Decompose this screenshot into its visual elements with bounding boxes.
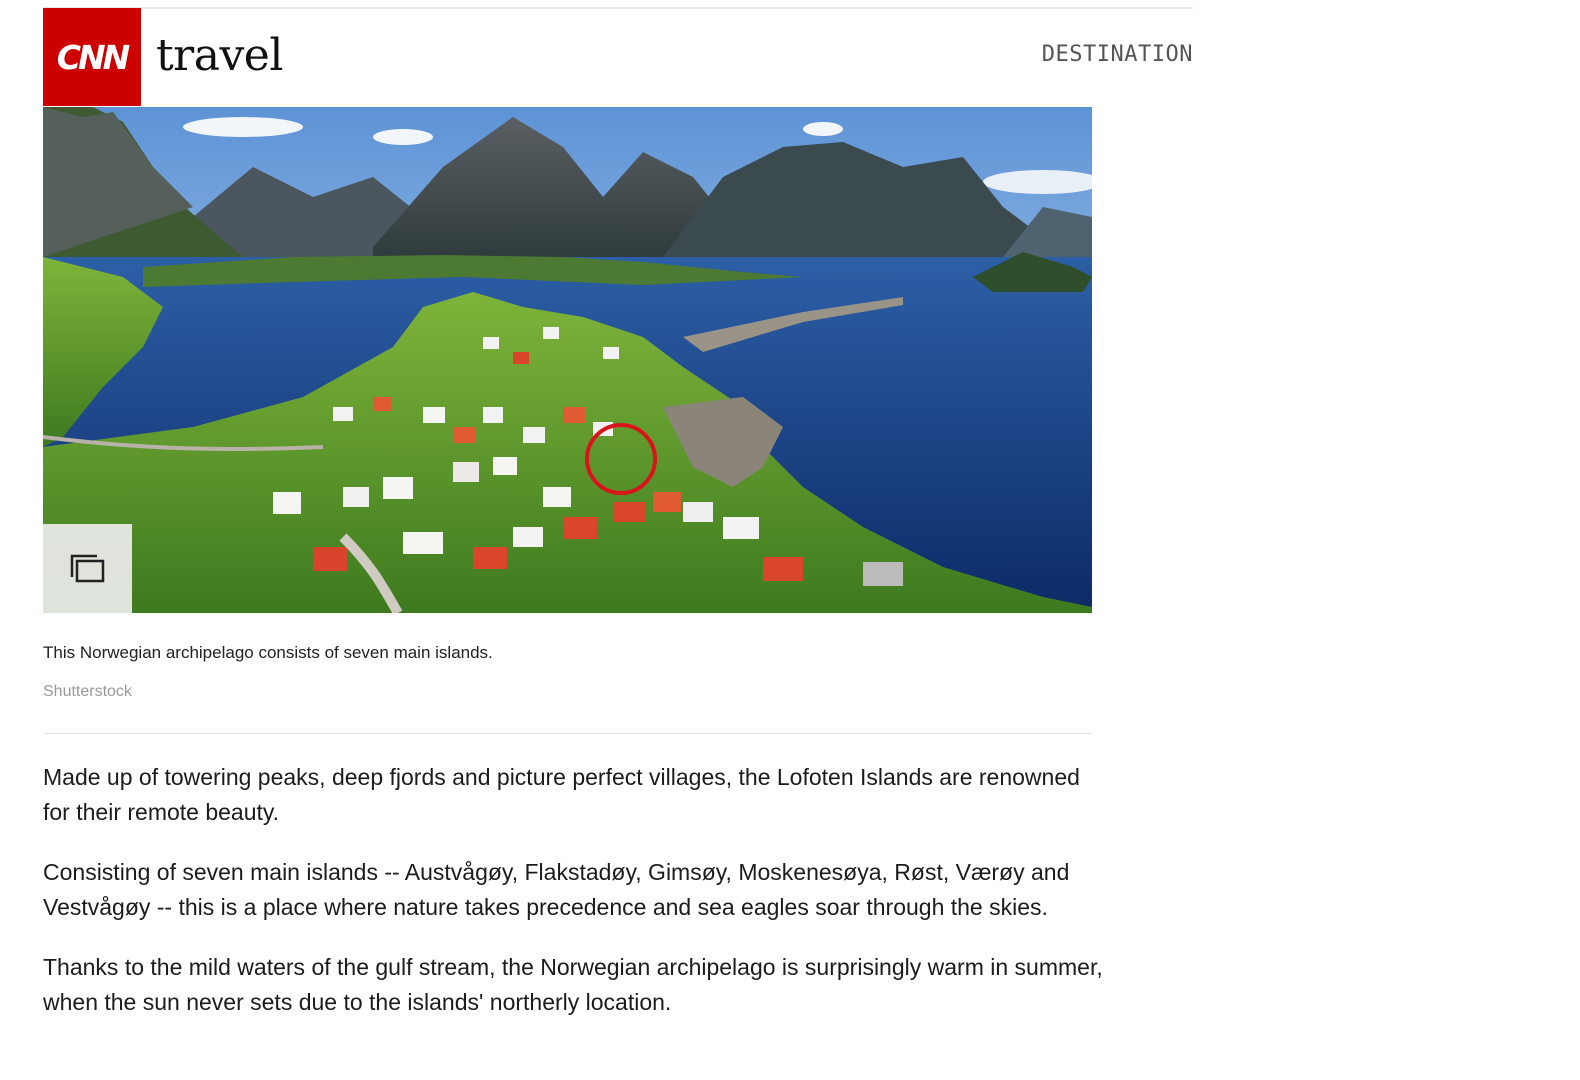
cnn-logo[interactable]: CNN	[43, 8, 141, 106]
article-body: Made up of towering peaks, deep fjords a…	[43, 760, 1103, 1045]
cnn-logo-text: CNN	[56, 37, 130, 77]
article-paragraph: Made up of towering peaks, deep fjords a…	[43, 764, 1080, 825]
image-caption: This Norwegian archipelago consists of s…	[43, 643, 493, 662]
gallery-icon	[70, 554, 104, 582]
article-paragraph: Consisting of seven main islands -- Aust…	[43, 859, 1070, 920]
site-header: CNN travel DESTINATION	[43, 8, 1193, 106]
hero-image[interactable]	[43, 107, 1092, 613]
image-credit: Shutterstock	[43, 683, 132, 700]
gallery-button[interactable]	[43, 524, 132, 613]
section-title[interactable]: travel	[156, 30, 283, 81]
article-paragraph: Thanks to the mild waters of the gulf st…	[43, 954, 1103, 1015]
caption-divider	[43, 733, 1092, 734]
destination-nav-link[interactable]: DESTINATION	[1042, 42, 1193, 67]
fjord-village-photo	[43, 107, 1092, 613]
